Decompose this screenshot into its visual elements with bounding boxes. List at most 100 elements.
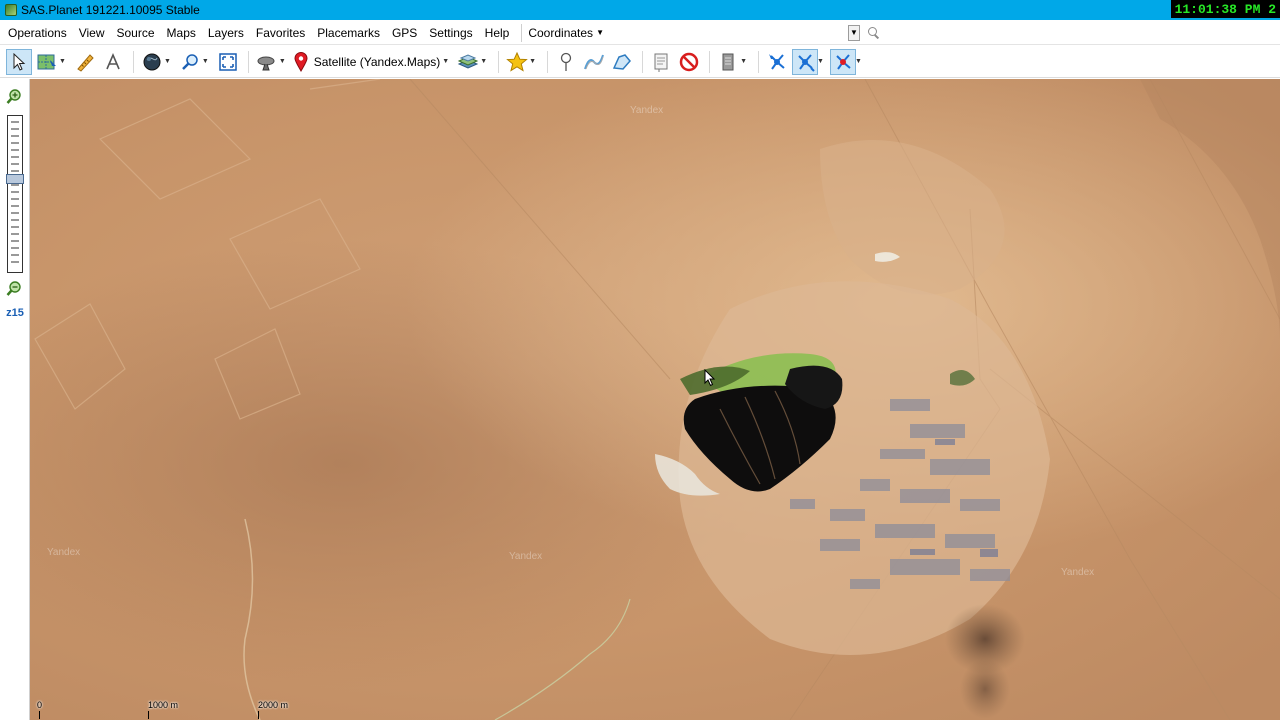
zoom-level-label: z15 — [6, 307, 24, 319]
window-title: SAS.Planet 191221.10095 Stable — [21, 3, 200, 17]
zoom-in-button[interactable] — [6, 89, 22, 105]
map-watermark: Yandex — [630, 105, 664, 116]
clock-overlay: 11:01:38 PM 2 — [1170, 0, 1280, 18]
zoom-out-icon — [6, 281, 21, 296]
map-watermark: Yandex — [509, 551, 543, 562]
toolbar-separator — [498, 50, 500, 73]
magnifier-icon — [181, 53, 198, 70]
ruler-button[interactable] — [72, 49, 98, 75]
main-toolbar: ▼ ▼ ▼ ▼ Satellite (Yandex.Maps) ▼ ▼ ▼ ▼ … — [0, 46, 1280, 78]
gps-satellite-icon — [836, 53, 851, 70]
zoom-out-button[interactable] — [6, 281, 22, 297]
stop-button[interactable] — [676, 49, 702, 75]
polygon-icon — [612, 53, 632, 70]
menu-layers[interactable]: Layers — [204, 26, 248, 40]
globe-button[interactable] — [139, 49, 165, 75]
scale-tick — [148, 711, 149, 719]
placemark-manager-button[interactable] — [648, 49, 674, 75]
chevron-down-icon[interactable]: ▼ — [202, 58, 209, 65]
chevron-down-icon[interactable]: ▼ — [529, 58, 536, 65]
menu-favorites[interactable]: Favorites — [252, 26, 309, 40]
ruler-icon — [77, 53, 94, 72]
cursor-arrow-icon — [13, 52, 26, 71]
chevron-down-icon[interactable]: ▼ — [817, 58, 824, 65]
coordinates-history-dropdown[interactable]: ▼ — [847, 24, 860, 41]
menu-view[interactable]: View — [75, 26, 109, 40]
zoom-slider-thumb[interactable] — [6, 174, 24, 184]
scale-tick — [258, 711, 259, 719]
coordinates-label: Coordinates — [528, 25, 594, 40]
toolbar-separator — [547, 50, 549, 73]
chevron-down-icon[interactable]: ▼ — [740, 58, 747, 65]
map-move-button[interactable] — [34, 49, 60, 75]
path-icon — [584, 54, 605, 69]
star-icon — [506, 51, 528, 72]
pushpin-icon — [560, 52, 572, 71]
toolbar-separator — [709, 50, 711, 73]
menu-operations[interactable]: Operations — [4, 26, 71, 40]
toolbar-separator — [758, 50, 760, 73]
add-path-button[interactable] — [581, 49, 607, 75]
menu-source[interactable]: Source — [113, 26, 159, 40]
zoom-slider-ticks — [11, 121, 19, 263]
satellite-dish-button[interactable] — [254, 49, 280, 75]
satellite-dish-icon — [257, 56, 275, 70]
coordinates-dropdown[interactable]: Coordinates ▼ — [528, 26, 604, 40]
map-source-label[interactable]: Satellite (Yandex.Maps) — [314, 55, 441, 69]
menu-help[interactable]: Help — [481, 26, 514, 40]
scale-label-2000m: 2000 m — [258, 700, 289, 710]
menu-settings[interactable]: Settings — [425, 26, 476, 40]
zoom-in-icon — [6, 89, 21, 104]
map-watermark: Yandex — [47, 547, 81, 558]
chevron-down-icon[interactable]: ▼ — [855, 58, 862, 65]
map-source-button[interactable] — [292, 49, 310, 75]
globe-icon — [143, 53, 161, 70]
map-viewport[interactable]: Yandex Yandex Yandex Yandex 0 1000 m 200… — [30, 79, 1280, 720]
fullscreen-icon — [219, 52, 237, 71]
scale-label-zero: 0 — [37, 700, 43, 710]
gps-panel-icon — [722, 53, 734, 70]
menu-separator — [521, 23, 523, 42]
menu-bar: Operations View Source Maps Layers Favor… — [0, 21, 1280, 45]
toolbar-separator — [642, 50, 644, 73]
title-bar: SAS.Planet 191221.10095 Stable 11:01:38 … — [0, 0, 1280, 20]
gps-satellite-icon — [798, 53, 815, 72]
menu-maps[interactable]: Maps — [163, 26, 200, 40]
text-a-icon — [106, 52, 120, 69]
favorites-button[interactable] — [504, 49, 530, 75]
toolbar-separator — [132, 50, 134, 73]
chevron-down-icon: ▼ — [596, 28, 604, 37]
zoom-slider[interactable] — [6, 115, 24, 273]
placemark-list-icon — [654, 53, 668, 72]
chevron-down-icon[interactable]: ▼ — [164, 58, 171, 65]
toolbar-separator — [247, 50, 249, 73]
zoom-panel: z15 — [0, 79, 30, 720]
stop-circle-icon — [679, 52, 699, 71]
search-icon[interactable] — [866, 25, 882, 41]
layers-button[interactable] — [455, 49, 481, 75]
fullscreen-button[interactable] — [215, 49, 241, 75]
layers-stack-icon — [457, 53, 479, 69]
add-polygon-button[interactable] — [609, 49, 635, 75]
chevron-down-icon[interactable]: ▼ — [480, 58, 487, 65]
app-icon — [5, 4, 17, 16]
menu-placemarks[interactable]: Placemarks — [313, 26, 384, 40]
map-move-icon — [37, 54, 56, 69]
gps-connect-button[interactable] — [764, 49, 790, 75]
add-point-button[interactable] — [553, 49, 579, 75]
scale-tick — [39, 711, 40, 719]
gps-track-button[interactable] — [792, 48, 819, 75]
chevron-down-icon[interactable]: ▼ — [59, 58, 66, 65]
zoom-tool-button[interactable] — [177, 49, 203, 75]
gps-center-button[interactable] — [829, 48, 856, 75]
menu-gps[interactable]: GPS — [388, 26, 421, 40]
coordinates-input[interactable] — [609, 23, 848, 42]
red-pin-icon — [294, 51, 308, 72]
mouse-cursor-icon — [704, 369, 716, 387]
select-tool-button[interactable] — [6, 48, 32, 75]
chevron-down-icon[interactable]: ▼ — [279, 58, 286, 65]
gps-panel-button[interactable] — [715, 49, 741, 75]
chevron-down-icon[interactable]: ▼ — [442, 58, 449, 65]
text-tool-button[interactable] — [100, 49, 126, 75]
gps-satellite-icon — [769, 53, 785, 70]
